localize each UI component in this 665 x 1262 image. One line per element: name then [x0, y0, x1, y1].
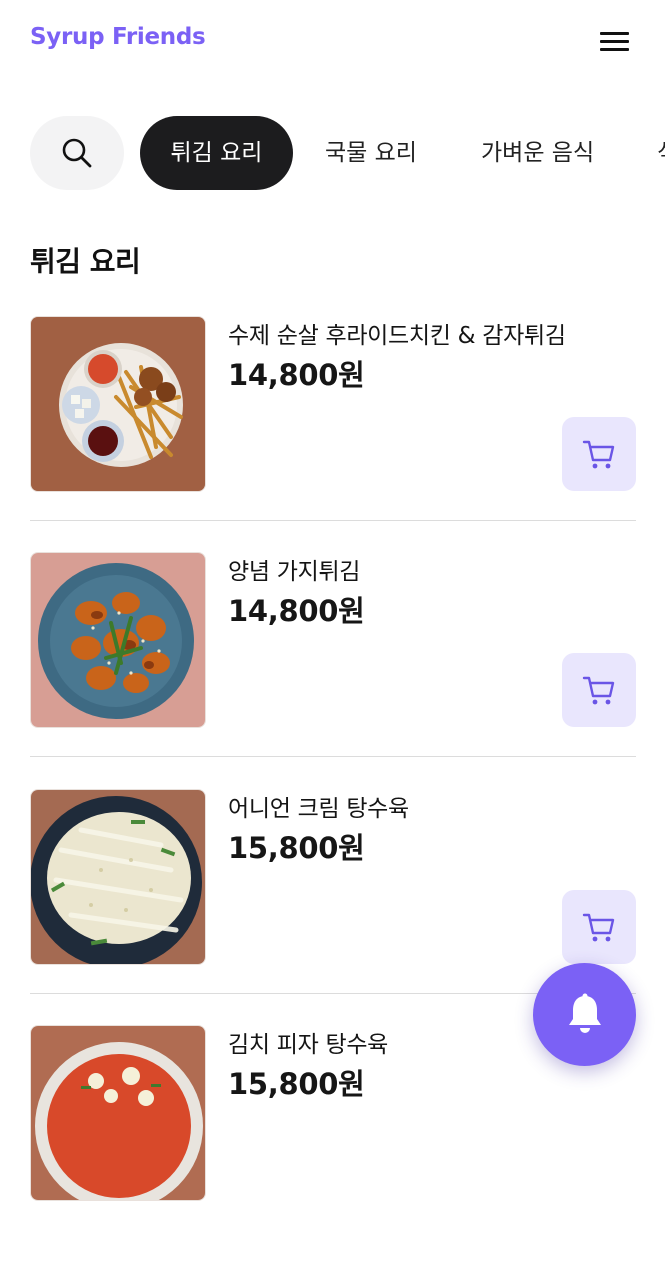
tab-light-food[interactable]: 가벼운 음식 [481, 116, 594, 190]
seasoned-fried-eggplant-photo[interactable] [30, 552, 206, 728]
add-to-cart-button[interactable] [562, 890, 636, 964]
onion-cream-sweet-and-sour-pork-photo[interactable] [30, 789, 206, 965]
category-tabs: 튀김 요리 국물 요리 가벼운 음식 식 [0, 116, 665, 190]
menu-item-name: 김치 피자 탕수육 [228, 1032, 389, 1058]
hamburger-menu-icon[interactable] [594, 27, 634, 57]
kimchi-pizza-sweet-and-sour-pork-photo[interactable] [30, 1025, 206, 1201]
menu-item-name: 수제 순살 후라이드치킨 & 감자튀김 [228, 323, 566, 349]
item-divider [30, 756, 636, 757]
cart-icon [582, 676, 615, 705]
menu-item[interactable]: 김치 피자 탕수육 15,800원 [30, 1025, 636, 1262]
menu-item-name: 어니언 크림 탕수육 [228, 796, 409, 822]
cart-icon [582, 913, 615, 942]
section-title: 튀김 요리 [30, 245, 141, 278]
cart-icon [582, 440, 615, 469]
bell-icon [569, 993, 601, 1033]
search-icon [62, 138, 92, 168]
menu-item[interactable]: 양념 가지튀김 14,800원 [30, 552, 636, 789]
tab-fried-food[interactable]: 튀김 요리 [140, 116, 293, 190]
app-header: Syrup Friends [0, 0, 665, 84]
menu-item-name: 양념 가지튀김 [228, 559, 361, 585]
menu-item-price: 14,800원 [228, 358, 365, 392]
tab-soup-food[interactable]: 국물 요리 [325, 116, 417, 190]
menu-item-price: 14,800원 [228, 594, 365, 628]
add-to-cart-button[interactable] [562, 417, 636, 491]
tab-next-category[interactable]: 식 [657, 116, 665, 190]
add-to-cart-button[interactable] [562, 653, 636, 727]
notification-button[interactable] [533, 963, 636, 1066]
menu-item-price: 15,800원 [228, 1067, 365, 1101]
fried-chicken-and-fries-photo[interactable] [30, 316, 206, 492]
item-divider [30, 520, 636, 521]
app-logo[interactable]: Syrup Friends [30, 24, 206, 50]
search-button[interactable] [30, 116, 124, 190]
menu-item[interactable]: 수제 순살 후라이드치킨 & 감자튀김 14,800원 [30, 316, 636, 553]
menu-item-price: 15,800원 [228, 831, 365, 865]
